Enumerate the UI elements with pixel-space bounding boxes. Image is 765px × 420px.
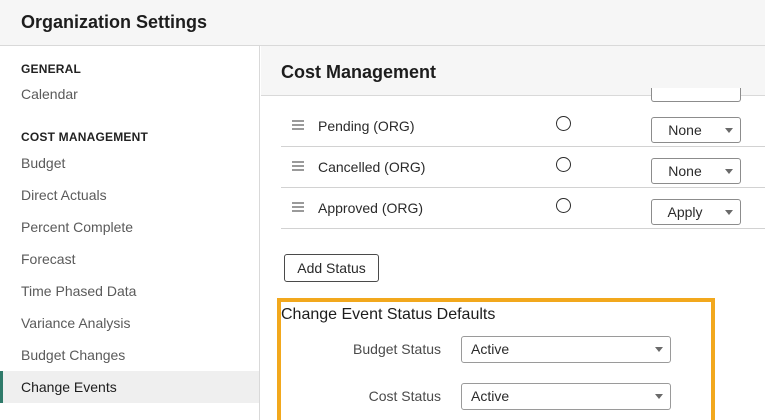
chevron-down-icon [655,394,663,399]
sidebar: GENERAL Calendar COST MANAGEMENT Budget … [0,46,260,420]
sidebar-item-time-phased-data[interactable]: Time Phased Data [0,275,259,307]
status-option-value: None [668,122,702,138]
section-title: Change Event Status Defaults [281,306,496,323]
cost-status-select[interactable]: Active [461,383,671,410]
status-name: Cancelled (ORG) [318,159,426,175]
main-panel: Cost Management Pending (ORG) None Cance… [261,46,765,420]
add-status-button[interactable]: Add Status [284,254,379,282]
drag-handle-icon[interactable] [292,120,304,130]
sidebar-item-forecast[interactable]: Forecast [0,243,259,275]
chevron-down-icon [725,169,733,174]
budget-status-select[interactable]: Active [461,336,671,363]
status-option-value: Apply [667,204,703,220]
status-option-select[interactable]: Apply [651,199,741,225]
status-row: Pending (ORG) None [281,106,765,147]
cost-status-label: Cost Status [368,388,441,404]
budget-status-value: Active [471,341,510,357]
sidebar-heading-general: GENERAL [21,62,82,76]
sidebar-item-budget[interactable]: Budget [0,147,259,179]
sidebar-item-budget-changes[interactable]: Budget Changes [0,339,259,371]
status-option-select-partial[interactable] [651,88,741,102]
app-title: Organization Settings [21,12,208,32]
page-title: Cost Management [281,62,437,82]
sidebar-item-direct-actuals[interactable]: Direct Actuals [0,179,259,211]
status-option-value: None [668,163,702,179]
sidebar-item-percent-complete[interactable]: Percent Complete [0,211,259,243]
cost-status-value: Active [471,388,510,404]
sidebar-item-calendar[interactable]: Calendar [0,78,259,110]
status-name: Pending (ORG) [318,118,415,134]
status-row: Cancelled (ORG) None [281,147,765,188]
budget-status-label: Budget Status [353,341,441,357]
status-option-select[interactable]: None [651,117,741,143]
app-header: Organization Settings [0,0,765,46]
status-row: Approved (ORG) Apply [281,188,765,229]
default-radio[interactable] [556,157,571,172]
default-radio[interactable] [556,198,571,213]
sidebar-heading-cost-management: COST MANAGEMENT [21,130,148,144]
chevron-down-icon [725,128,733,133]
default-radio[interactable] [556,116,571,131]
sidebar-item-variance-analysis[interactable]: Variance Analysis [0,307,259,339]
drag-handle-icon[interactable] [292,161,304,171]
status-option-select[interactable]: None [651,158,741,184]
chevron-down-icon [725,210,733,215]
status-name: Approved (ORG) [318,200,424,216]
drag-handle-icon[interactable] [292,202,304,212]
sidebar-item-change-events[interactable]: Change Events [0,371,259,403]
chevron-down-icon [655,347,663,352]
